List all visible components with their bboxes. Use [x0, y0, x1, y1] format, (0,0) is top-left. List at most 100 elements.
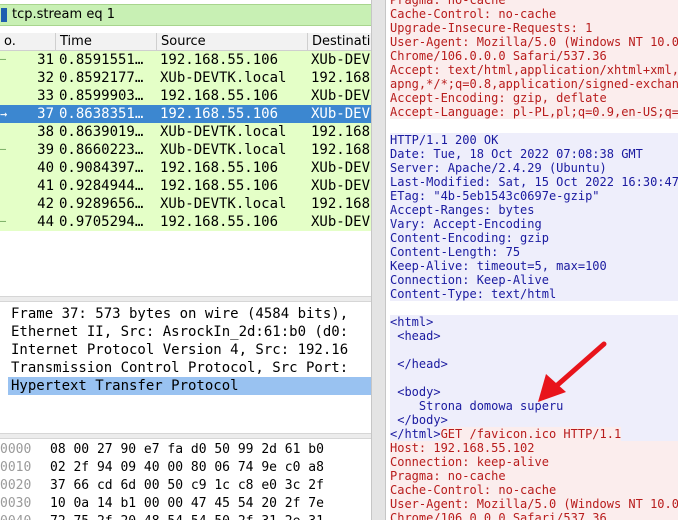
- stream-line: Accept: text/html,application/xhtml+xml,: [390, 63, 678, 77]
- stream-line: Pragma: no-cache: [390, 469, 678, 483]
- packet-destination: 192.168: [311, 124, 371, 140]
- packet-destination: 192.168: [311, 196, 371, 212]
- stream-line: Accept-Language: pl-PL,pl;q=0.9,en-US;q=: [390, 105, 678, 119]
- packet-row[interactable]: 41 0.9284944… 192.168.55.106 XUb-DEV: [0, 177, 371, 195]
- window-divider[interactable]: [371, 0, 386, 520]
- packet-time: 0.8599903…: [59, 88, 144, 104]
- packet-number: 42: [37, 196, 54, 212]
- stream-line: </body>: [390, 413, 678, 427]
- detail-tree-item[interactable]: Transmission Control Protocol, Src Port:: [8, 359, 371, 377]
- stream-line: Date: Tue, 18 Oct 2022 07:08:38 GMT: [390, 147, 678, 161]
- packet-row[interactable]: 42 0.9289656… XUb-DEVTK.local 192.168: [0, 195, 371, 213]
- follow-stream-pane: Pragma: no-cache Cache-Control: no-cache U…: [386, 0, 678, 520]
- packet-destination: 192.168: [311, 142, 371, 158]
- packet-source: 192.168.55.106: [160, 214, 279, 230]
- stream-line: Accept-Encoding: gzip, deflate: [390, 91, 678, 105]
- packet-source: XUb-DEVTK.local: [160, 124, 287, 140]
- pane-splitter[interactable]: [0, 433, 371, 439]
- bytes-row: 0010 02 2f 94 09 40 00 80 06 74 9e c0 a8: [0, 459, 371, 477]
- detail-tree-item[interactable]: Ethernet II, Src: AsrockIn_2d:61:b0 (d0:: [8, 323, 371, 341]
- stream-line: ETag: "4b-5eb1543c0697e-gzip": [390, 189, 678, 203]
- pane-splitter[interactable]: [0, 296, 371, 302]
- stream-line: </head>: [390, 357, 678, 371]
- packet-row[interactable]: 33 0.8599903… 192.168.55.106 XUb-DEV: [0, 87, 371, 105]
- stream-line: <html>: [390, 315, 678, 329]
- packet-row[interactable]: –44 0.9705294… 192.168.55.106 XUb-DEV: [0, 213, 371, 231]
- stream-line: Connection: Keep-Alive: [390, 273, 678, 287]
- stream-line: Vary: Accept-Encoding: [390, 217, 678, 231]
- stream-content: Pragma: no-cache Cache-Control: no-cache U…: [390, 0, 678, 520]
- detail-tree-item[interactable]: Internet Protocol Version 4, Src: 192.16: [8, 341, 371, 359]
- packet-destination: XUb-DEV: [311, 88, 371, 104]
- stream-line: [390, 343, 678, 357]
- column-header-no[interactable]: o.: [0, 33, 55, 51]
- bytes-offset: 0040: [0, 513, 31, 520]
- packet-source: XUb-DEVTK.local: [160, 142, 287, 158]
- bytes-offset: 0000: [0, 442, 32, 457]
- packet-time: 0.8592177…: [59, 70, 144, 86]
- bytes-row: 0000 08 00 27 90 e7 fa d0 50 99 2d 61 b0: [0, 441, 371, 459]
- packet-number: 41: [37, 178, 54, 194]
- packet-row[interactable]: 40 0.9084397… 192.168.55.106 XUb-DEV: [0, 159, 371, 177]
- packet-destination: XUb-DEV: [311, 160, 371, 176]
- packet-bytes-pane: 0000 08 00 27 90 e7 fa d0 50 99 2d 61 b0 0…: [0, 441, 371, 520]
- bookmark-icon[interactable]: [1, 8, 7, 22]
- stream-line: [390, 119, 678, 133]
- packet-row[interactable]: –39 0.8660223… XUb-DEVTK.local 192.168: [0, 141, 371, 159]
- stream-line: Content-Length: 75: [390, 245, 678, 259]
- packet-source: 192.168.55.106: [160, 52, 279, 68]
- stream-line: Host: 192.168.55.102: [390, 441, 678, 455]
- bytes-row: 0040 72 75 2f 20 48 54 54 50 2f 31 2e 31: [0, 513, 371, 520]
- packet-list: –31 0.8591551… 192.168.55.106 XUb-DEV 32 0.85…: [0, 51, 371, 231]
- detail-tree-item[interactable]: Frame 37: 573 bytes on wire (4584 bits),: [8, 305, 371, 323]
- packet-time: 0.9289656…: [59, 196, 144, 212]
- column-header-source[interactable]: Source: [156, 33, 307, 51]
- packet-row[interactable]: 38 0.8639019… XUb-DEVTK.local 192.168: [0, 123, 371, 141]
- stream-line: User-Agent: Mozilla/5.0 (Windows NT 10.0: [390, 35, 678, 49]
- display-filter-bar[interactable]: tcp.stream eq 1: [0, 4, 371, 26]
- column-header-destination[interactable]: Destination: [307, 33, 371, 51]
- packet-row[interactable]: 32 0.8592177… XUb-DEVTK.local 192.168: [0, 69, 371, 87]
- stream-line: <head>: [390, 329, 678, 343]
- packet-number: 39: [37, 142, 54, 158]
- stream-line: Pragma: no-cache: [390, 0, 678, 7]
- packet-source: XUb-DEVTK.local: [160, 70, 287, 86]
- packet-row-selected[interactable]: → 37 0.8638351… 192.168.55.106 XUb-DEV: [0, 105, 371, 123]
- packet-source: 192.168.55.106: [160, 88, 279, 104]
- packet-time: 0.9084397…: [59, 160, 144, 176]
- stream-line: Chrome/106.0.0.0 Safari/537.36: [390, 511, 678, 520]
- bytes-hex: 72 75 2f 20 48 54 54 50 2f 31 2e 31: [50, 513, 324, 520]
- packet-time: 0.9705294…: [59, 214, 144, 230]
- packet-destination: XUb-DEV: [311, 178, 371, 194]
- packet-time: 0.8638351…: [59, 106, 144, 122]
- stream-line-server-part: </html>: [390, 427, 441, 441]
- stream-line: </html>GET /favicon.ico HTTP/1.1: [390, 427, 678, 441]
- bytes-hex: 37 66 cd 6d 00 50 c9 1c c8 e0 3c 2f: [50, 478, 324, 493]
- bytes-offset: 0020: [0, 478, 32, 493]
- stream-line: Cache-Control: no-cache: [390, 7, 678, 21]
- stream-line: HTTP/1.1 200 OK: [390, 133, 678, 147]
- stream-line: Content-Type: text/html: [390, 287, 678, 301]
- detail-tree-item-selected[interactable]: Hypertext Transfer Protocol: [8, 377, 371, 395]
- stream-line: Upgrade-Insecure-Requests: 1: [390, 21, 678, 35]
- stream-line: User-Agent: Mozilla/5.0 (Windows NT 10.0: [390, 497, 678, 511]
- packet-time: 0.8660223…: [59, 142, 144, 158]
- stream-line: [390, 301, 678, 315]
- bytes-hex: 10 0a 14 b1 00 00 47 45 54 20 2f 7e: [50, 496, 324, 511]
- display-filter-input[interactable]: tcp.stream eq 1: [12, 5, 115, 25]
- stream-line: Cache-Control: no-cache: [390, 483, 678, 497]
- stream-line: <body>: [390, 385, 678, 399]
- packet-time: 0.8591551…: [59, 52, 144, 68]
- packet-time: 0.8639019…: [59, 124, 144, 140]
- packet-destination: XUb-DEV: [311, 214, 371, 230]
- stream-line: Content-Encoding: gzip: [390, 231, 678, 245]
- packet-time: 0.9284944…: [59, 178, 144, 194]
- stream-line: Keep-Alive: timeout=5, max=100: [390, 259, 678, 273]
- packet-number: 31: [37, 52, 54, 68]
- packet-number: 32: [37, 70, 54, 86]
- packet-source: 192.168.55.106: [160, 106, 279, 122]
- column-header-time[interactable]: Time: [55, 33, 156, 51]
- packet-row[interactable]: –31 0.8591551… 192.168.55.106 XUb-DEV: [0, 51, 371, 69]
- packet-details-tree: Frame 37: 573 bytes on wire (4584 bits),…: [0, 303, 371, 433]
- bytes-offset: 0030: [0, 496, 32, 511]
